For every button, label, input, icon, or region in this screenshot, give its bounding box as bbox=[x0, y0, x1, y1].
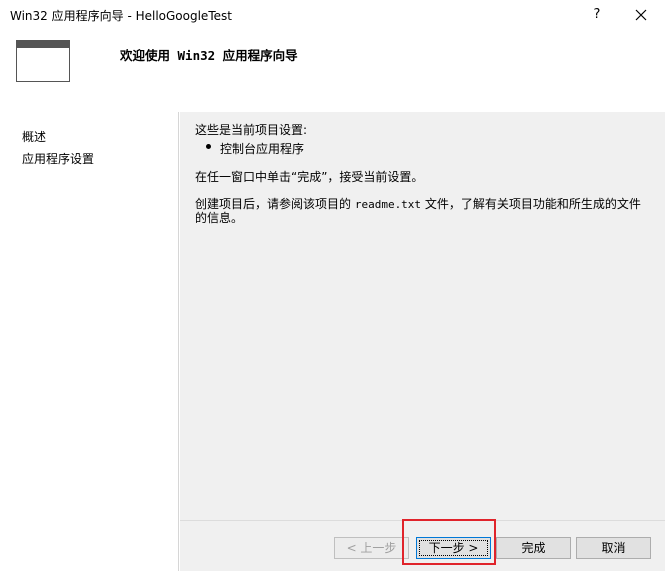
close-icon bbox=[635, 9, 647, 21]
readme-text: 创建项目后，请参阅该项目的 readme.txt 文件，了解有关项目功能和所生成… bbox=[195, 195, 641, 212]
title-bar: Win32 应用程序向导 - HelloGoogleTest ? bbox=[0, 0, 665, 30]
nav-item-app-settings[interactable]: 应用程序设置 bbox=[22, 150, 94, 167]
readme-filename: readme.txt bbox=[354, 198, 422, 211]
settings-heading: 这些是当前项目设置: bbox=[195, 123, 308, 137]
highlight-box bbox=[402, 519, 496, 565]
wizard-header: 欢迎使用 Win32 应用程序向导 bbox=[0, 30, 665, 112]
readme-text-after: 文件，了解有关项目功能和所生成的文件 bbox=[421, 197, 641, 211]
readme-text-line2: 的信息。 bbox=[195, 211, 244, 225]
wizard-content: 这些是当前项目设置: 控制台应用程序 在任一窗口中单击“完成”，接受当前设置。 … bbox=[180, 112, 665, 520]
window-icon bbox=[16, 40, 70, 82]
cancel-button[interactable]: 取消 bbox=[576, 537, 651, 559]
instruction-text: 在任一窗口中单击“完成”，接受当前设置。 bbox=[195, 170, 424, 184]
settings-item: 控制台应用程序 bbox=[220, 142, 305, 156]
window-title: Win32 应用程序向导 - HelloGoogleTest bbox=[10, 9, 232, 23]
close-button[interactable] bbox=[626, 2, 656, 28]
wizard-nav: 概述 应用程序设置 bbox=[0, 112, 179, 574]
finish-button[interactable]: 完成 bbox=[496, 537, 571, 559]
prev-button[interactable]: < 上一步 bbox=[334, 537, 409, 559]
bullet-icon bbox=[206, 144, 211, 149]
help-button[interactable]: ? bbox=[583, 2, 611, 28]
nav-item-overview[interactable]: 概述 bbox=[22, 128, 46, 145]
wizard-heading: 欢迎使用 Win32 应用程序向导 bbox=[120, 48, 298, 63]
